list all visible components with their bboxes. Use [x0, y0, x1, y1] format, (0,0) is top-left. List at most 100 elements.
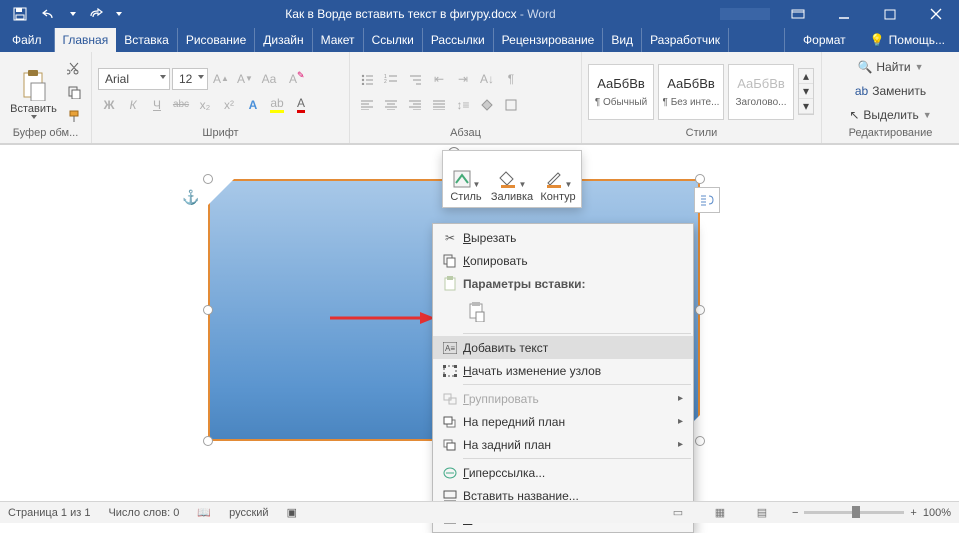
handle-se[interactable]	[695, 436, 705, 446]
styles-down[interactable]: ▾	[799, 84, 813, 99]
zoom-out-button[interactable]: −	[792, 507, 798, 519]
ribbon-options-button[interactable]	[775, 0, 821, 28]
close-button[interactable]	[913, 0, 959, 28]
undo-button[interactable]	[36, 2, 64, 26]
sort-button[interactable]: A↓	[476, 68, 498, 90]
tab-format[interactable]: Формат	[784, 28, 864, 52]
menu-edit-points[interactable]: Начать изменение узлов	[433, 359, 693, 382]
menu-cut[interactable]: ✂ Вырезать	[433, 226, 693, 249]
undo-dropdown[interactable]	[66, 2, 80, 26]
zoom-value[interactable]: 100%	[923, 507, 951, 519]
shading-button[interactable]	[476, 94, 498, 116]
tab-draw[interactable]: Рисование	[178, 28, 255, 52]
menu-hyperlink[interactable]: Гиперссылка...	[433, 461, 693, 484]
title-separator: -	[517, 7, 528, 21]
handle-w[interactable]	[203, 305, 213, 315]
decrease-indent-button[interactable]: ⇤	[428, 68, 450, 90]
handle-sw[interactable]	[203, 436, 213, 446]
show-marks-button[interactable]: ¶	[500, 68, 522, 90]
handle-e[interactable]	[695, 305, 705, 315]
styles-up[interactable]: ▴	[799, 69, 813, 84]
zoom-in-button[interactable]: +	[910, 507, 916, 519]
font-size-combo[interactable]: 12	[172, 68, 208, 90]
paste-option-picture[interactable]	[463, 297, 491, 327]
tab-view[interactable]: Вид	[603, 28, 642, 52]
handle-nw[interactable]	[203, 174, 213, 184]
minimize-button[interactable]	[821, 0, 867, 28]
tab-file[interactable]: Файл	[0, 28, 55, 52]
highlight-button[interactable]: ab	[266, 94, 288, 116]
replace-button[interactable]: ab Заменить	[849, 80, 932, 102]
copy-button[interactable]	[63, 81, 85, 103]
justify-button[interactable]	[428, 94, 450, 116]
styles-more[interactable]: ▾	[799, 99, 813, 114]
tell-me[interactable]: 💡 Помощь...	[864, 28, 959, 52]
status-page[interactable]: Страница 1 из 1	[8, 507, 90, 519]
format-painter-button[interactable]	[63, 105, 85, 127]
subscript-button[interactable]: x₂	[194, 94, 216, 116]
menu-add-text[interactable]: A≡ Добавить текст	[433, 336, 693, 359]
numbering-button[interactable]: 12	[380, 68, 402, 90]
window-title: Как в Ворде вставить текст в фигуру.docx…	[126, 7, 715, 21]
increase-indent-button[interactable]: ⇥	[452, 68, 474, 90]
multilevel-button[interactable]	[404, 68, 426, 90]
redo-button[interactable]	[82, 2, 110, 26]
strike-button[interactable]: abc	[170, 94, 192, 116]
align-center-button[interactable]	[380, 94, 402, 116]
shape-outline-button[interactable]: ▼ Контур	[535, 151, 581, 207]
view-web-layout[interactable]: ▤	[750, 504, 774, 522]
tab-design[interactable]: Дизайн	[255, 28, 312, 52]
style-no-spacing[interactable]: АаБбВв ¶ Без инте...	[658, 64, 724, 120]
find-button[interactable]: 🔍 Найти ▼	[851, 56, 929, 78]
italic-button[interactable]: К	[122, 94, 144, 116]
save-button[interactable]	[6, 2, 34, 26]
cut-button[interactable]	[63, 57, 85, 79]
tab-references[interactable]: Ссылки	[364, 28, 423, 52]
maximize-button[interactable]	[867, 0, 913, 28]
status-macro[interactable]: ▣	[287, 506, 297, 519]
view-read-mode[interactable]: ▭	[666, 504, 690, 522]
change-case-button[interactable]: Aa	[258, 68, 280, 90]
zoom-slider[interactable]	[804, 511, 904, 514]
account-area[interactable]	[715, 0, 775, 28]
shrink-font-button[interactable]: A▼	[234, 68, 256, 90]
tab-insert[interactable]: Вставка	[116, 28, 178, 52]
status-proofing[interactable]: 📖	[197, 506, 211, 519]
paste-button[interactable]: Вставить	[6, 65, 61, 119]
align-left-button[interactable]	[356, 94, 378, 116]
grow-font-button[interactable]: A▲	[210, 68, 232, 90]
select-button[interactable]: ↖ Выделить ▼	[843, 104, 937, 126]
clear-formatting-button[interactable]: A✎	[282, 68, 304, 90]
tab-home[interactable]: Главная	[55, 28, 117, 52]
menu-send-back[interactable]: На задний план ▸	[433, 433, 693, 456]
superscript-button[interactable]: x²	[218, 94, 240, 116]
font-name-combo[interactable]: Arial	[98, 68, 170, 90]
style-heading1[interactable]: АаБбВв Заголово...	[728, 64, 794, 120]
tab-review[interactable]: Рецензирование	[494, 28, 604, 52]
bring-front-icon	[437, 416, 463, 428]
shape-fill-button[interactable]: ▼ Заливка	[489, 151, 535, 207]
zoom-thumb[interactable]	[852, 506, 860, 518]
handle-ne[interactable]	[695, 174, 705, 184]
align-right-button[interactable]	[404, 94, 426, 116]
menu-bring-front[interactable]: На передний план ▸	[433, 410, 693, 433]
style-normal[interactable]: АаБбВв ¶ Обычный	[588, 64, 654, 120]
underline-button[interactable]: Ч	[146, 94, 168, 116]
tab-developer[interactable]: Разработчик	[642, 28, 729, 52]
line-spacing-button[interactable]: ↕≡	[452, 94, 474, 116]
status-language[interactable]: русский	[229, 507, 268, 519]
view-print-layout[interactable]: ▦	[708, 504, 732, 522]
tab-mailings[interactable]: Рассылки	[423, 28, 494, 52]
status-word-count[interactable]: Число слов: 0	[108, 507, 179, 519]
tab-layout[interactable]: Макет	[313, 28, 364, 52]
menu-copy[interactable]: Копировать	[433, 249, 693, 272]
search-icon: 🔍	[857, 60, 872, 74]
bold-button[interactable]: Ж	[98, 94, 120, 116]
layout-options-button[interactable]	[694, 187, 720, 213]
borders-button[interactable]	[500, 94, 522, 116]
qat-customize[interactable]	[112, 2, 126, 26]
font-color-button[interactable]: A	[290, 94, 312, 116]
bullets-button[interactable]	[356, 68, 378, 90]
text-effects-button[interactable]: A	[242, 94, 264, 116]
shape-style-button[interactable]: ▼ Стиль	[443, 151, 489, 207]
